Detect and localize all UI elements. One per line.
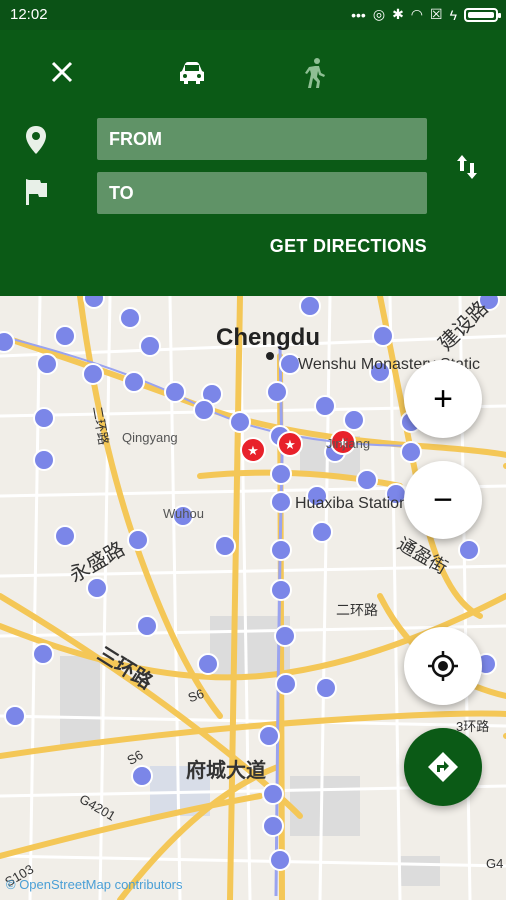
status-bar: 12:02 ••• ◎ ✱ ◠ ☒ ϟ bbox=[0, 0, 506, 30]
directions-icon bbox=[428, 752, 458, 782]
jinjiang-label: Jinjiang bbox=[326, 436, 371, 451]
zoom-out-button[interactable]: − bbox=[404, 461, 482, 539]
from-field[interactable]: FROM bbox=[97, 118, 427, 160]
data-saver-icon: ◎ bbox=[372, 6, 386, 22]
swap-vertical-icon[interactable] bbox=[452, 150, 482, 184]
plus-icon: + bbox=[433, 379, 453, 418]
to-placeholder: TO bbox=[109, 182, 134, 203]
battery-icon bbox=[464, 7, 501, 22]
zoom-in-button[interactable]: + bbox=[404, 360, 482, 438]
wuhou-label: Wuhou bbox=[163, 506, 204, 521]
minus-icon: − bbox=[433, 480, 453, 519]
from-placeholder: FROM bbox=[109, 128, 162, 149]
more-dots-icon: ••• bbox=[351, 6, 366, 23]
get-directions-button[interactable]: GET DIRECTIONS bbox=[270, 236, 427, 257]
erhuan-road-label: 二环路 bbox=[336, 602, 378, 618]
qingyang-label: Qingyang bbox=[122, 430, 178, 445]
bluetooth-icon: ✱ bbox=[392, 6, 404, 22]
status-icons: ••• ◎ ✱ ◠ ☒ ϟ bbox=[351, 6, 501, 23]
flag-icon bbox=[22, 176, 50, 208]
my-location-button[interactable] bbox=[404, 627, 482, 705]
crosshair-icon bbox=[428, 651, 458, 681]
sim-off-icon: ☒ bbox=[430, 6, 443, 22]
fucheng-avenue-label: 府城大道 bbox=[186, 760, 266, 782]
svg-text:★: ★ bbox=[284, 437, 296, 452]
directions-fab[interactable] bbox=[404, 728, 482, 806]
directions-header: FROM TO GET DIRECTIONS bbox=[0, 30, 506, 296]
to-field[interactable]: TO bbox=[97, 172, 427, 214]
location-pin-icon bbox=[22, 122, 50, 158]
city-label: Chengdu bbox=[216, 324, 320, 351]
charging-icon: ϟ bbox=[449, 6, 457, 23]
walk-icon[interactable] bbox=[297, 54, 333, 92]
clock: 12:02 bbox=[10, 6, 48, 23]
close-icon[interactable] bbox=[44, 54, 80, 90]
svg-text:★: ★ bbox=[247, 443, 259, 458]
car-icon[interactable] bbox=[173, 54, 211, 92]
huaxiba-label: Huaxiba Station bbox=[295, 495, 408, 512]
wifi-icon: ◠ bbox=[410, 6, 424, 22]
map-attribution-link[interactable]: © OpenStreetMap contributors bbox=[6, 877, 183, 892]
g4-label: G4 bbox=[486, 856, 504, 871]
